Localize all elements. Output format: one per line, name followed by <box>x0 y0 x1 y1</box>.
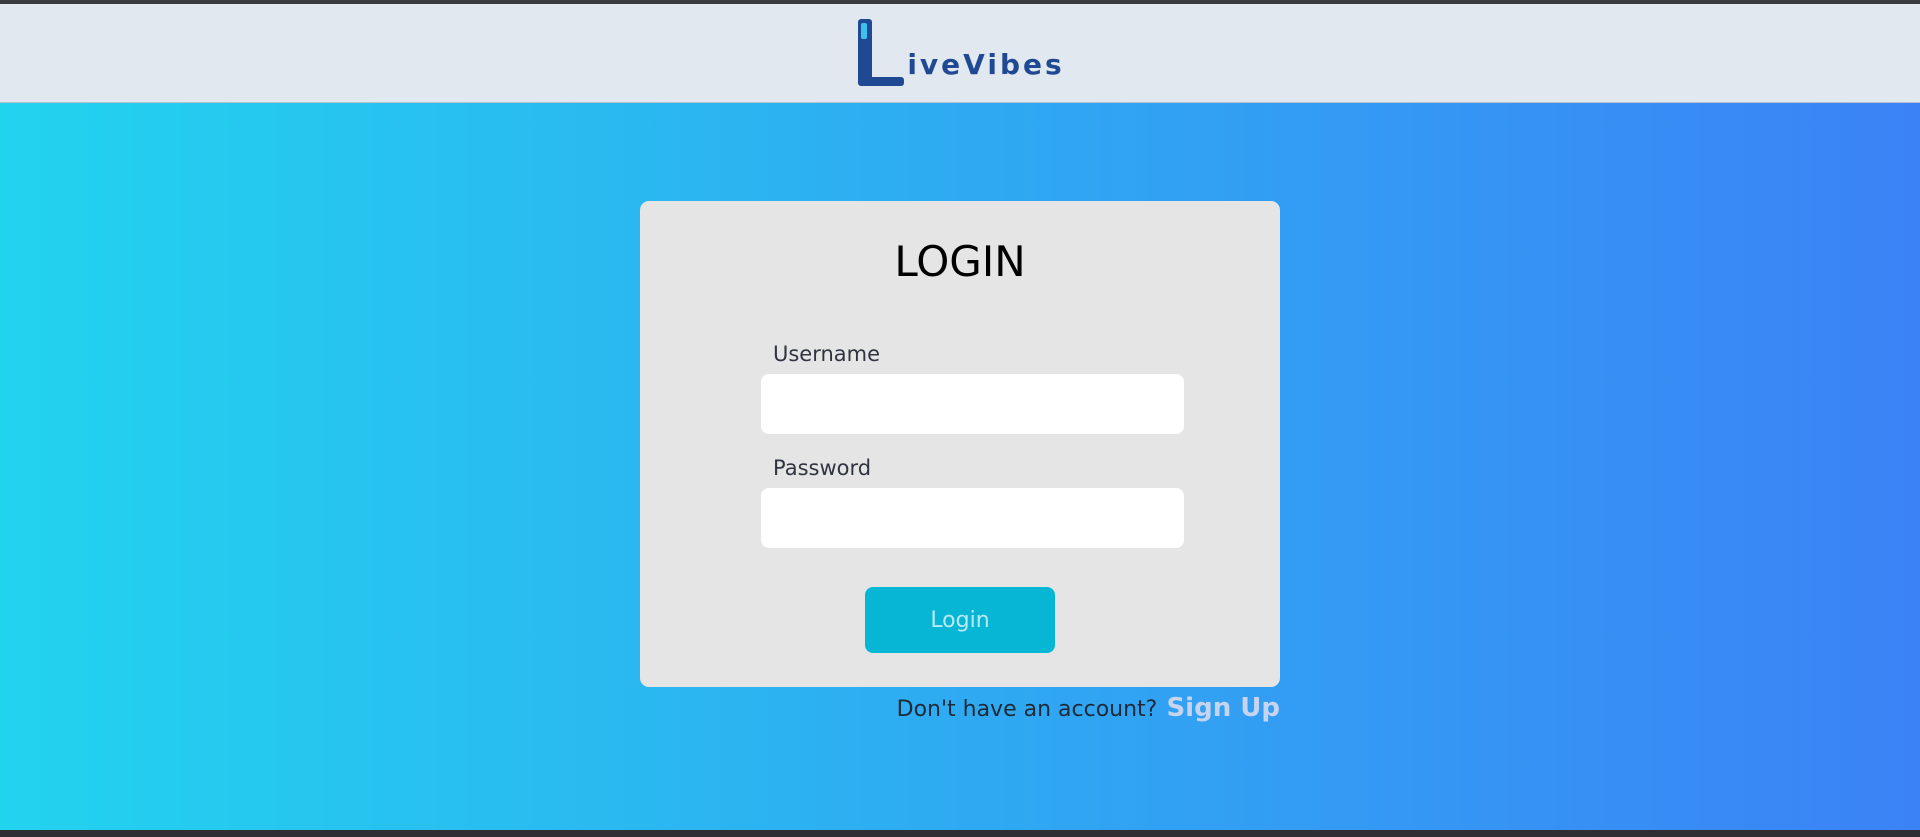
username-input[interactable] <box>761 374 1184 434</box>
login-button[interactable]: Login <box>865 587 1055 653</box>
password-label: Password <box>773 456 872 480</box>
login-page: LOGIN Username Password Login Don't have… <box>0 103 1920 830</box>
logo-text: iveVibes <box>907 48 1065 81</box>
livevibes-logo[interactable]: iveVibes <box>855 17 1064 89</box>
username-label: Username <box>773 342 881 366</box>
login-card: LOGIN Username Password Login <box>640 201 1280 687</box>
signup-row: Don't have an account? Sign Up <box>640 693 1280 723</box>
signup-link[interactable]: Sign Up <box>1166 693 1280 723</box>
signup-prompt: Don't have an account? <box>896 697 1158 722</box>
password-input[interactable] <box>761 488 1184 548</box>
logo-l-icon <box>858 19 905 86</box>
login-title: LOGIN <box>894 237 1026 286</box>
site-header: iveVibes <box>0 4 1920 103</box>
window-bottom-edge <box>0 830 1920 837</box>
